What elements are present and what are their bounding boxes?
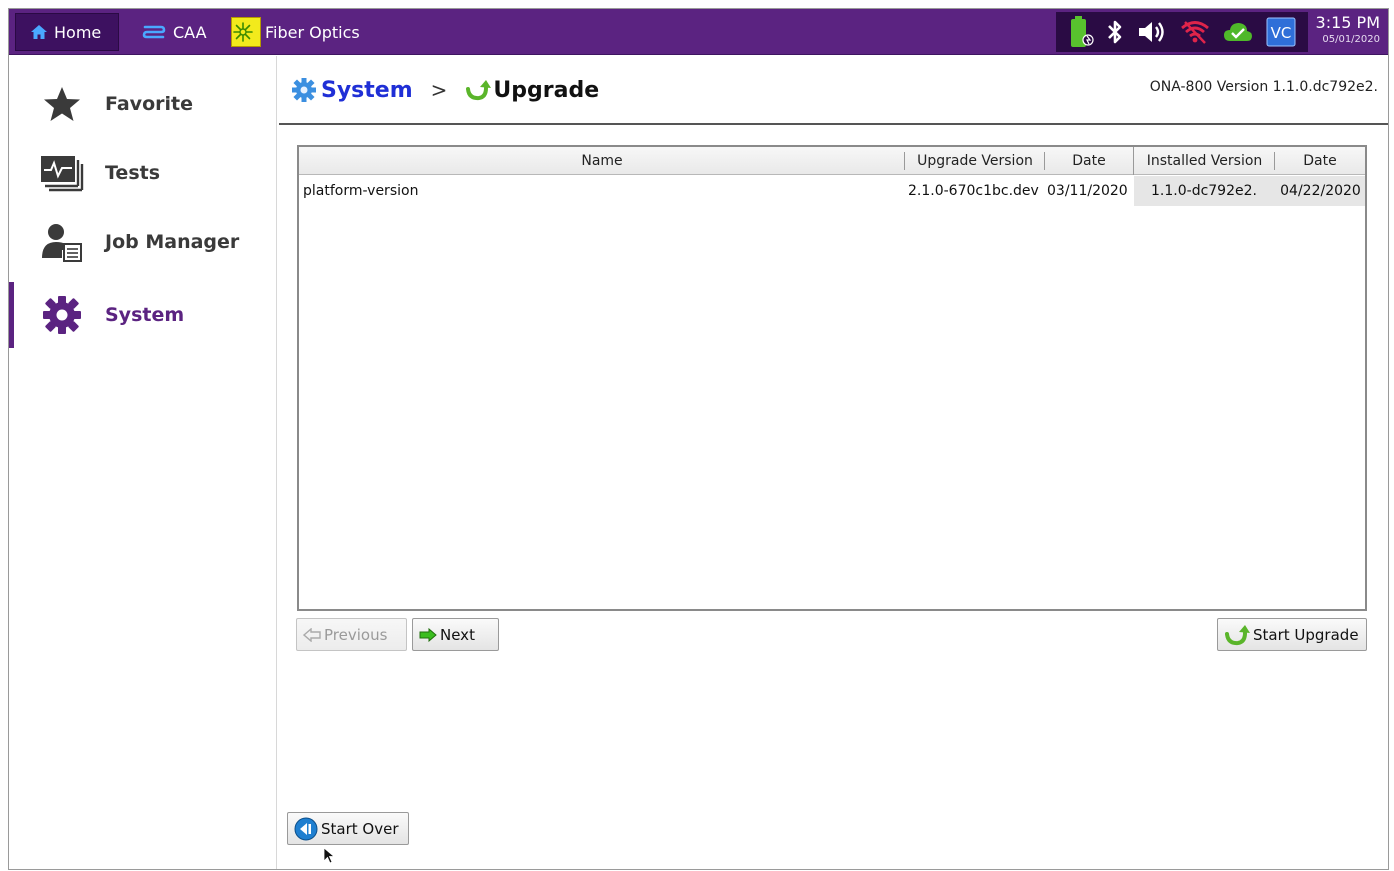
start-over-button[interactable]: Start Over	[287, 812, 409, 845]
cell-installed-date: 04/22/2020	[1280, 183, 1361, 199]
cell-upgrade-version: 2.1.0-670c1bc.dev	[908, 183, 1039, 199]
cell-upgrade-date: 03/11/2020	[1047, 183, 1128, 199]
clock-date: 05/01/2020	[1322, 34, 1380, 45]
tests-icon	[41, 156, 84, 192]
start-over-label: Start Over	[321, 819, 399, 838]
column-header-upgrade-version[interactable]: Upgrade Version	[905, 147, 1045, 175]
home-button[interactable]: Home	[15, 13, 119, 51]
cloud-check-icon	[1224, 23, 1253, 41]
header-divider	[279, 123, 1388, 125]
sidebar-item-label: Tests	[105, 162, 161, 184]
gear-icon	[43, 296, 81, 334]
table-row[interactable]: platform-version 2.1.0-670c1bc.dev 03/11…	[299, 176, 1365, 206]
battery-charging-icon	[1070, 16, 1094, 47]
home-icon	[31, 25, 47, 39]
breadcrumb: System > Upgrade	[291, 73, 599, 107]
upgrade-arrow-icon	[466, 80, 492, 101]
version-label: ONA-800 Version 1.1.0.dc792e2.	[1149, 79, 1378, 95]
cell-name: platform-version	[303, 183, 419, 199]
upgrade-table: Name Upgrade Version Date Installed Vers…	[297, 145, 1367, 611]
system-gear-icon	[292, 78, 316, 102]
caa-icon	[142, 25, 166, 39]
clock: 3:15 PM 05/01/2020	[1310, 13, 1380, 47]
sidebar-item-system[interactable]: System	[9, 282, 276, 348]
cell-installed-version: 1.1.0-dc792e2.	[1151, 183, 1257, 199]
top-bar: Home CAA Fiber Optics VC 3:15 PM 05/01/2…	[9, 9, 1388, 55]
column-header-installed-version[interactable]: Installed Version	[1133, 147, 1275, 175]
sidebar-item-favorite[interactable]: Favorite	[9, 75, 276, 133]
star-icon	[44, 87, 80, 121]
sidebar-item-tests[interactable]: Tests	[9, 144, 276, 202]
next-button[interactable]: Next	[412, 618, 499, 651]
bluetooth-icon	[1108, 20, 1122, 44]
mouse-cursor-icon	[323, 847, 335, 864]
previous-label: Previous	[324, 625, 388, 644]
vc-icon: VC	[1266, 17, 1296, 47]
job-manager-icon	[42, 224, 82, 262]
upgrade-arrow-icon	[1225, 624, 1250, 645]
arrow-right-icon	[419, 627, 437, 642]
back-circle-icon	[294, 817, 318, 840]
svg-text:VC: VC	[1271, 24, 1292, 42]
column-header-name[interactable]: Name	[299, 147, 905, 175]
wifi-off-icon	[1180, 21, 1209, 44]
sidebar-item-label: Favorite	[105, 93, 193, 115]
column-header-date[interactable]: Date	[1045, 147, 1133, 175]
speaker-icon	[1139, 22, 1164, 42]
previous-button[interactable]: Previous	[296, 618, 407, 651]
column-header-installed-date[interactable]: Date	[1275, 147, 1365, 175]
next-label: Next	[440, 625, 475, 644]
page-title: Upgrade	[493, 77, 600, 103]
start-upgrade-button[interactable]: Start Upgrade	[1217, 618, 1367, 651]
breadcrumb-separator: >	[430, 78, 448, 102]
sidebar-item-label: Job Manager	[105, 231, 240, 253]
fiber-optics-button[interactable]: Fiber Optics	[231, 13, 360, 51]
start-upgrade-label: Start Upgrade	[1253, 625, 1359, 644]
app-window: Home CAA Fiber Optics VC 3:15 PM 05/01/2…	[8, 8, 1389, 870]
caa-button[interactable]: CAA	[137, 13, 207, 51]
installed-cell-group: 1.1.0-dc792e2. 04/22/2020	[1134, 176, 1365, 206]
table-header: Name Upgrade Version Date Installed Vers…	[299, 147, 1365, 175]
fiber-optics-label: Fiber Optics	[265, 22, 360, 42]
clock-time: 3:15 PM	[1315, 13, 1380, 32]
arrow-left-icon	[303, 627, 321, 642]
status-tray: VC	[1056, 12, 1308, 52]
caa-label: CAA	[173, 22, 207, 42]
sidebar: Favorite Tests Job Manager System	[9, 56, 277, 869]
fiber-optics-icon	[231, 17, 261, 47]
sidebar-item-job-manager[interactable]: Job Manager	[9, 213, 276, 271]
breadcrumb-system[interactable]: System	[321, 78, 413, 103]
sidebar-item-label: System	[105, 304, 185, 326]
home-label: Home	[54, 22, 102, 42]
